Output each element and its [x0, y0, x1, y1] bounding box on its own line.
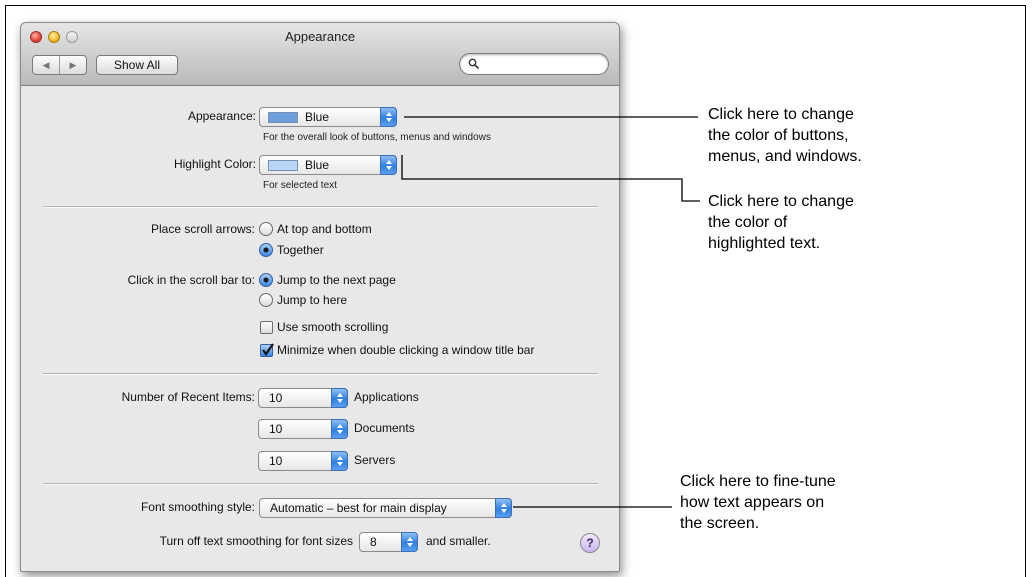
callout-line-text: the screen. — [680, 515, 760, 532]
callout-lines — [401, 116, 700, 508]
callout-line-text: Click here to change — [708, 193, 854, 210]
callout-line-text: Click here to fine-tune — [680, 473, 836, 490]
callout-line-text: menus, and windows. — [708, 148, 862, 165]
callout-appearance: Click here to change the color of button… — [708, 104, 862, 167]
callout-line-highlight — [401, 155, 700, 202]
callout-line-text: the color of buttons, — [708, 127, 849, 144]
callout-font-smoothing: Click here to fine-tune how text appears… — [680, 471, 836, 534]
callout-line-text: how text appears on — [680, 494, 825, 511]
callout-line-text: Click here to change — [708, 106, 854, 123]
callout-line-text: highlighted text. — [708, 235, 821, 252]
callout-highlight: Click here to change the color of highli… — [708, 191, 854, 254]
callout-line-text: the color of — [708, 214, 788, 231]
